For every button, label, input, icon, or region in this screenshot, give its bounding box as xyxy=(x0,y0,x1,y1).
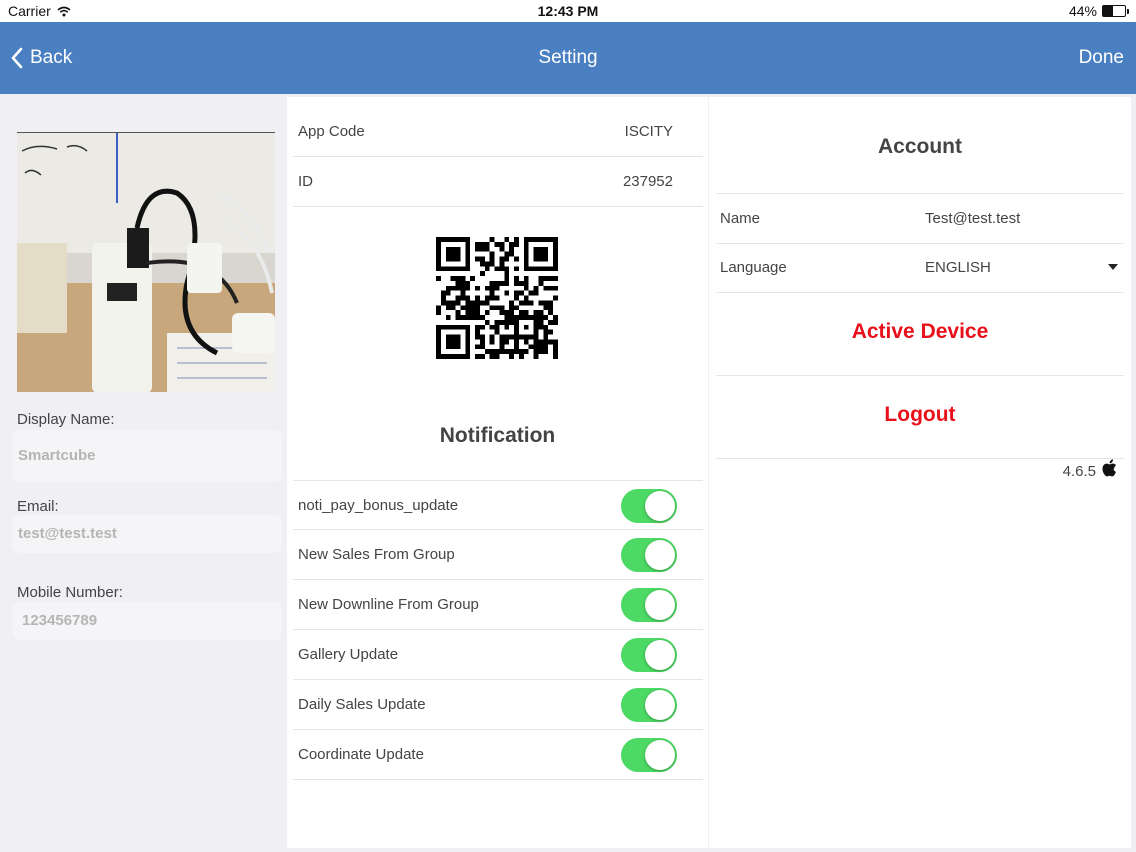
dropdown-arrow-icon xyxy=(1108,264,1118,270)
page-title: Setting xyxy=(538,47,598,68)
toggle-knob xyxy=(645,740,675,770)
qr-code-icon xyxy=(436,237,558,359)
name-label: Name xyxy=(720,210,761,227)
toggle-knob xyxy=(645,690,675,720)
notification-toggle[interactable] xyxy=(621,538,677,572)
battery-percent: 44% xyxy=(1068,3,1097,19)
active-device-button[interactable]: Active Device xyxy=(716,293,1124,376)
notification-row: New Sales From Group xyxy=(293,530,703,580)
notification-row: New Downline From Group xyxy=(293,580,703,630)
name-value: Test@test.test xyxy=(925,210,1021,227)
status-bar: Carrier 12:43 PM 44% xyxy=(0,0,1136,22)
notification-row: Gallery Update xyxy=(293,630,703,680)
id-row: ID 237952 xyxy=(293,157,703,207)
email-field[interactable]: test@test.test xyxy=(12,515,282,553)
toggle-knob xyxy=(645,491,675,521)
notification-toggle[interactable] xyxy=(621,489,677,523)
status-time: 12:43 PM xyxy=(537,3,599,19)
version-label: 4.6.5 xyxy=(1062,463,1096,480)
info-notification-panel: App Code ISCITY ID 237952 Notification n… xyxy=(287,97,708,848)
notification-row: noti_pay_bonus_update xyxy=(293,480,703,530)
toggle-knob xyxy=(645,540,675,570)
mobile-number-label: Mobile Number: xyxy=(17,584,123,601)
language-label: Language xyxy=(720,259,787,276)
app-code-label: App Code xyxy=(298,123,365,140)
language-value: ENGLISH xyxy=(925,259,991,276)
navigation-bar: Back Setting Done xyxy=(0,22,1136,94)
profile-photo[interactable] xyxy=(17,132,275,392)
toggle-knob xyxy=(645,640,675,670)
notification-toggle[interactable] xyxy=(621,688,677,722)
profile-photo-image xyxy=(17,133,275,392)
id-value: 237952 xyxy=(622,173,673,190)
notification-label: New Downline From Group xyxy=(298,596,479,613)
display-name-label: Display Name: xyxy=(17,411,115,428)
app-code-value: ISCITY xyxy=(624,123,673,140)
toggle-knob xyxy=(645,590,675,620)
notification-row: Daily Sales Update xyxy=(293,680,703,730)
battery-level xyxy=(1103,6,1113,16)
mobile-number-field[interactable]: 123456789 xyxy=(12,602,282,640)
account-title: Account xyxy=(878,135,962,158)
notification-toggle[interactable] xyxy=(621,738,677,772)
language-row[interactable]: Language ENGLISH xyxy=(716,243,1124,293)
logout-button[interactable]: Logout xyxy=(716,376,1124,459)
app-code-row: App Code ISCITY xyxy=(293,107,703,157)
notification-label: Daily Sales Update xyxy=(298,696,426,713)
notification-toggle[interactable] xyxy=(621,588,677,622)
apple-icon xyxy=(1102,459,1117,477)
notification-toggle[interactable] xyxy=(621,638,677,672)
email-label: Email: xyxy=(17,498,59,515)
battery-indicator: 44% xyxy=(1068,3,1129,19)
battery-icon xyxy=(1102,5,1129,17)
account-panel: Account Name Test@test.test Language ENG… xyxy=(709,97,1131,848)
notification-label: New Sales From Group xyxy=(298,546,455,563)
id-label: ID xyxy=(298,173,313,190)
notification-title: Notification xyxy=(439,424,556,447)
notification-row: Coordinate Update xyxy=(293,730,703,780)
notification-label: noti_pay_bonus_update xyxy=(298,497,459,514)
done-button[interactable]: Done xyxy=(1079,22,1124,94)
notification-label: Coordinate Update xyxy=(298,746,424,763)
profile-panel: Display Name: Smartcube Email: test@test… xyxy=(0,94,286,852)
display-name-field[interactable]: Smartcube xyxy=(12,430,282,482)
notification-label: Gallery Update xyxy=(298,646,399,663)
account-name-row: Name Test@test.test xyxy=(716,193,1124,244)
